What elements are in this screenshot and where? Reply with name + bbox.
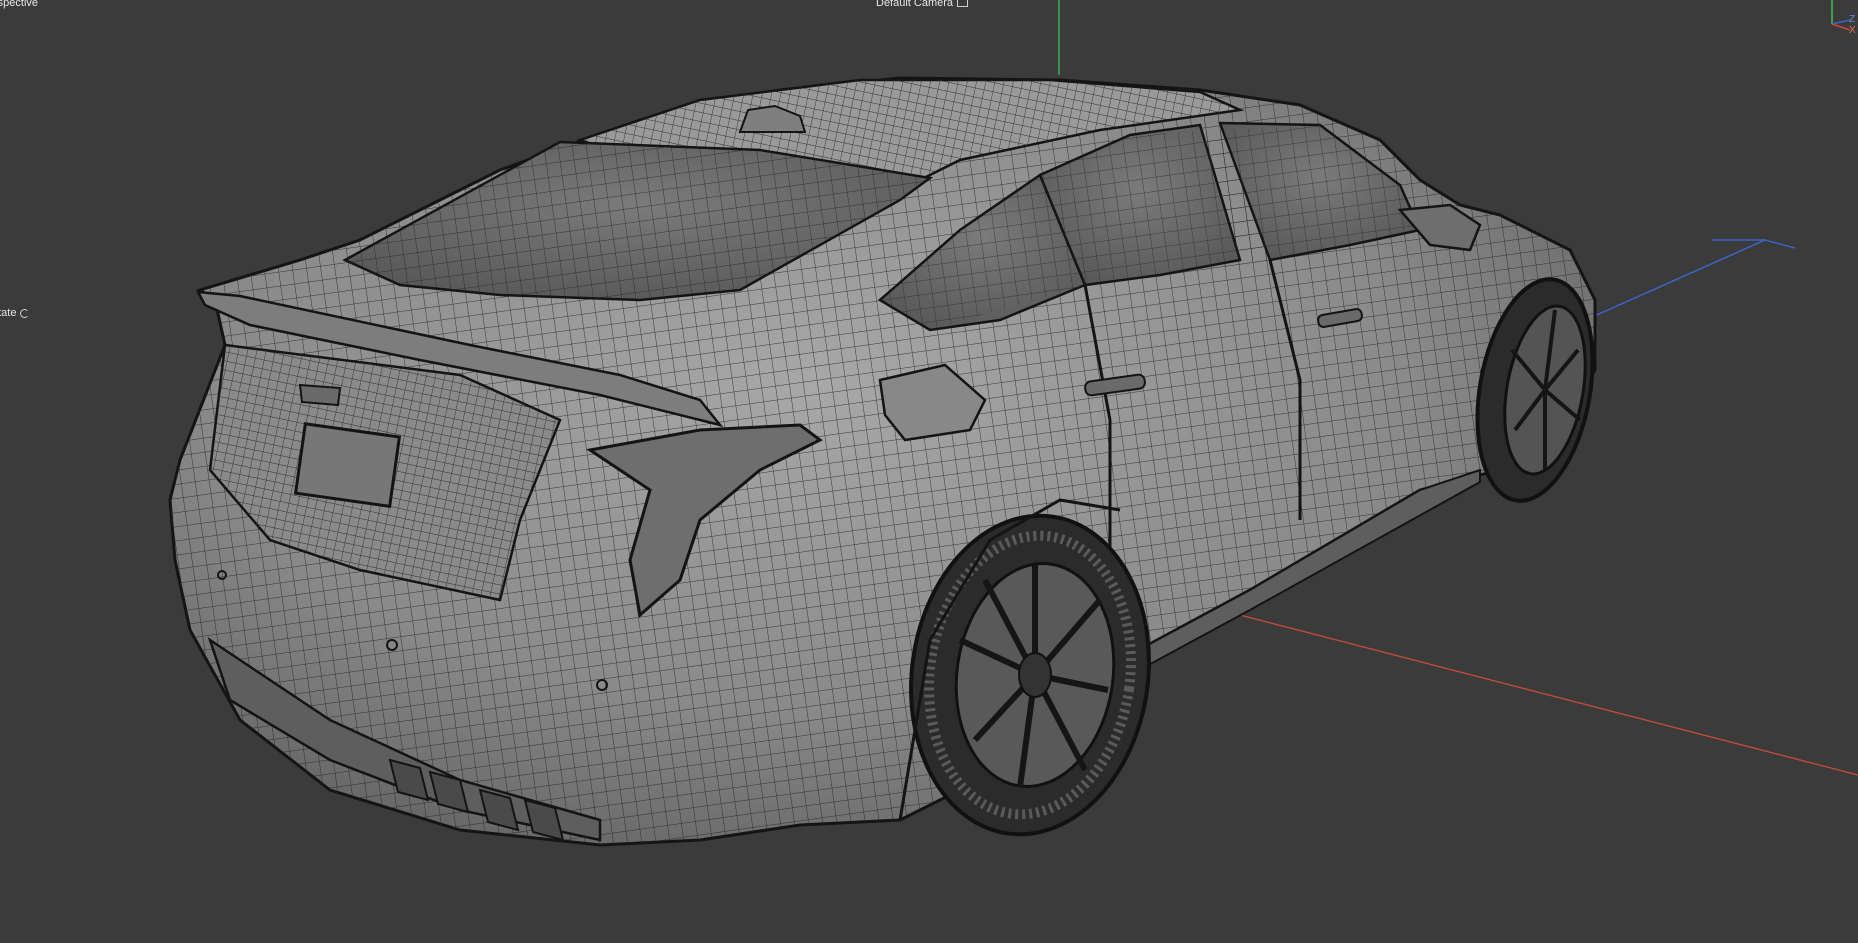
license-plate	[293, 422, 402, 509]
emblem	[298, 383, 342, 407]
orbit-icon	[20, 308, 30, 318]
3d-viewport[interactable]: Z X rspective Default Camera otate	[0, 0, 1858, 943]
car-wireframe-icon[interactable]	[168, 76, 1609, 850]
x-axis-line	[1239, 614, 1858, 776]
nav-mode-indicator[interactable]: otate	[0, 307, 30, 319]
view-type-label[interactable]: rspective	[0, 0, 38, 9]
axis-gizmo[interactable]: Z X	[1831, 0, 1856, 36]
nav-mode-text: otate	[0, 307, 17, 319]
view-type-text: rspective	[0, 0, 39, 9]
camera-selector[interactable]: Default Camera	[876, 0, 969, 9]
gizmo-x-label: X	[1849, 25, 1856, 36]
camera-icon	[957, 0, 969, 8]
z-axis-line	[1589, 239, 1796, 319]
viewport-canvas[interactable]: Z X	[0, 0, 1858, 943]
camera-name: Default Camera	[876, 0, 954, 9]
gizmo-z-label: Z	[1849, 14, 1855, 25]
